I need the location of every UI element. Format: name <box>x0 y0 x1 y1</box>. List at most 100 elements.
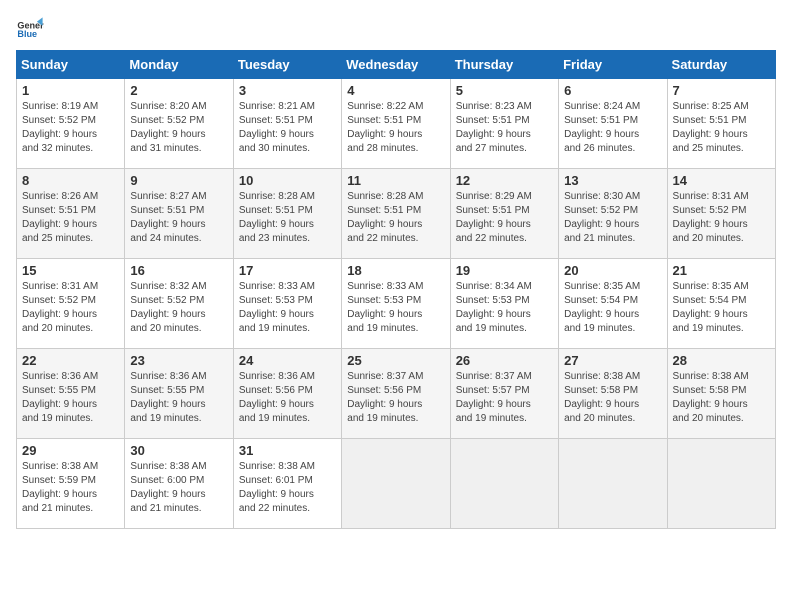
day-info: Sunrise: 8:31 AM Sunset: 5:52 PM Dayligh… <box>673 190 770 246</box>
day-info: Sunrise: 8:28 AM Sunset: 5:51 PM Dayligh… <box>239 190 336 246</box>
day-number: 17 <box>239 263 336 278</box>
calendar-week-5: 29 Sunrise: 8:38 AM Sunset: 5:59 PM Dayli… <box>17 439 776 529</box>
day-info: Sunrise: 8:34 AM Sunset: 5:53 PM Dayligh… <box>456 280 553 336</box>
day-number: 15 <box>22 263 119 278</box>
svg-text:Blue: Blue <box>17 29 37 39</box>
day-number: 8 <box>22 173 119 188</box>
day-number: 22 <box>22 353 119 368</box>
calendar-cell: 6Sunrise: 8:24 AM Sunset: 5:51 PM Daylig… <box>559 79 667 169</box>
day-number: 25 <box>347 353 444 368</box>
weekday-header-sunday: Sunday <box>17 51 125 79</box>
page-header: General Blue <box>16 16 776 44</box>
day-info: Sunrise: 8:25 AM Sunset: 5:51 PM Dayligh… <box>673 100 770 156</box>
day-number: 10 <box>239 173 336 188</box>
logo-icon: General Blue <box>16 16 44 44</box>
calendar-cell: 15 Sunrise: 8:31 AM Sunset: 5:52 PM Dayli… <box>17 259 125 349</box>
weekday-header-saturday: Saturday <box>667 51 775 79</box>
day-info: Sunrise: 8:35 AM Sunset: 5:54 PM Dayligh… <box>673 280 770 336</box>
logo: General Blue <box>16 16 48 44</box>
calendar-cell: 17Sunrise: 8:33 AM Sunset: 5:53 PM Dayli… <box>233 259 341 349</box>
calendar-cell: 27Sunrise: 8:38 AM Sunset: 5:58 PM Dayli… <box>559 349 667 439</box>
day-number: 4 <box>347 83 444 98</box>
day-number: 6 <box>564 83 661 98</box>
day-number: 30 <box>130 443 227 458</box>
weekday-header-row: SundayMondayTuesdayWednesdayThursdayFrid… <box>17 51 776 79</box>
calendar-cell: 29 Sunrise: 8:38 AM Sunset: 5:59 PM Dayli… <box>17 439 125 529</box>
calendar-cell: 21 Sunrise: 8:35 AM Sunset: 5:54 PM Dayli… <box>667 259 775 349</box>
day-number: 26 <box>456 353 553 368</box>
day-number: 16 <box>130 263 227 278</box>
calendar-week-3: 15 Sunrise: 8:31 AM Sunset: 5:52 PM Dayli… <box>17 259 776 349</box>
weekday-header-tuesday: Tuesday <box>233 51 341 79</box>
day-number: 11 <box>347 173 444 188</box>
weekday-header-wednesday: Wednesday <box>342 51 450 79</box>
calendar-cell: 10 Sunrise: 8:28 AM Sunset: 5:51 PM Dayli… <box>233 169 341 259</box>
day-info: Sunrise: 8:38 AM Sunset: 6:01 PM Dayligh… <box>239 460 336 516</box>
calendar-cell: 2 Sunrise: 8:20 AM Sunset: 5:52 PM Daylig… <box>125 79 233 169</box>
day-info: Sunrise: 8:21 AM Sunset: 5:51 PM Dayligh… <box>239 100 336 156</box>
day-number: 2 <box>130 83 227 98</box>
calendar-cell: 25 Sunrise: 8:37 AM Sunset: 5:56 PM Dayli… <box>342 349 450 439</box>
day-info: Sunrise: 8:36 AM Sunset: 5:55 PM Dayligh… <box>22 370 119 426</box>
calendar-cell: 11 Sunrise: 8:28 AM Sunset: 5:51 PM Dayli… <box>342 169 450 259</box>
calendar-cell: 31 Sunrise: 8:38 AM Sunset: 6:01 PM Dayli… <box>233 439 341 529</box>
calendar-cell: 16 Sunrise: 8:32 AM Sunset: 5:52 PM Dayli… <box>125 259 233 349</box>
day-number: 27 <box>564 353 661 368</box>
day-info: Sunrise: 8:32 AM Sunset: 5:52 PM Dayligh… <box>130 280 227 336</box>
calendar-cell: 28 Sunrise: 8:38 AM Sunset: 5:58 PM Dayli… <box>667 349 775 439</box>
calendar-cell: 3 Sunrise: 8:21 AM Sunset: 5:51 PM Daylig… <box>233 79 341 169</box>
calendar-cell: 20 Sunrise: 8:35 AM Sunset: 5:54 PM Dayli… <box>559 259 667 349</box>
day-info: Sunrise: 8:28 AM Sunset: 5:51 PM Dayligh… <box>347 190 444 246</box>
day-number: 31 <box>239 443 336 458</box>
day-number: 7 <box>673 83 770 98</box>
day-info: Sunrise: 8:23 AM Sunset: 5:51 PM Dayligh… <box>456 100 553 156</box>
day-number: 24 <box>239 353 336 368</box>
day-info: Sunrise: 8:26 AM Sunset: 5:51 PM Dayligh… <box>22 190 119 246</box>
weekday-header-thursday: Thursday <box>450 51 558 79</box>
day-info: Sunrise: 8:36 AM Sunset: 5:55 PM Dayligh… <box>130 370 227 426</box>
day-number: 19 <box>456 263 553 278</box>
day-info: Sunrise: 8:38 AM Sunset: 6:00 PM Dayligh… <box>130 460 227 516</box>
day-number: 21 <box>673 263 770 278</box>
calendar-week-2: 8 Sunrise: 8:26 AM Sunset: 5:51 PM Daylig… <box>17 169 776 259</box>
calendar-cell: 19 Sunrise: 8:34 AM Sunset: 5:53 PM Dayli… <box>450 259 558 349</box>
day-number: 23 <box>130 353 227 368</box>
day-info: Sunrise: 8:38 AM Sunset: 5:59 PM Dayligh… <box>22 460 119 516</box>
calendar-cell: 7 Sunrise: 8:25 AM Sunset: 5:51 PM Daylig… <box>667 79 775 169</box>
calendar-cell: 8 Sunrise: 8:26 AM Sunset: 5:51 PM Daylig… <box>17 169 125 259</box>
day-number: 29 <box>22 443 119 458</box>
day-info: Sunrise: 8:33 AM Sunset: 5:53 PM Dayligh… <box>347 280 444 336</box>
day-info: Sunrise: 8:31 AM Sunset: 5:52 PM Dayligh… <box>22 280 119 336</box>
day-number: 28 <box>673 353 770 368</box>
day-info: Sunrise: 8:30 AM Sunset: 5:52 PM Dayligh… <box>564 190 661 246</box>
day-info: Sunrise: 8:29 AM Sunset: 5:51 PM Dayligh… <box>456 190 553 246</box>
day-number: 3 <box>239 83 336 98</box>
day-info: Sunrise: 8:20 AM Sunset: 5:52 PM Dayligh… <box>130 100 227 156</box>
day-info: Sunrise: 8:27 AM Sunset: 5:51 PM Dayligh… <box>130 190 227 246</box>
day-number: 9 <box>130 173 227 188</box>
calendar-week-1: 1Sunrise: 8:19 AM Sunset: 5:52 PM Daylig… <box>17 79 776 169</box>
day-info: Sunrise: 8:35 AM Sunset: 5:54 PM Dayligh… <box>564 280 661 336</box>
day-number: 18 <box>347 263 444 278</box>
calendar-cell <box>450 439 558 529</box>
day-info: Sunrise: 8:22 AM Sunset: 5:51 PM Dayligh… <box>347 100 444 156</box>
calendar-week-4: 22 Sunrise: 8:36 AM Sunset: 5:55 PM Dayli… <box>17 349 776 439</box>
calendar-cell <box>667 439 775 529</box>
calendar-cell: 30 Sunrise: 8:38 AM Sunset: 6:00 PM Dayli… <box>125 439 233 529</box>
day-info: Sunrise: 8:38 AM Sunset: 5:58 PM Dayligh… <box>673 370 770 426</box>
day-number: 20 <box>564 263 661 278</box>
calendar-cell: 12 Sunrise: 8:29 AM Sunset: 5:51 PM Dayli… <box>450 169 558 259</box>
calendar-cell: 23 Sunrise: 8:36 AM Sunset: 5:55 PM Dayli… <box>125 349 233 439</box>
calendar-cell <box>342 439 450 529</box>
calendar-cell: 1Sunrise: 8:19 AM Sunset: 5:52 PM Daylig… <box>17 79 125 169</box>
day-info: Sunrise: 8:37 AM Sunset: 5:56 PM Dayligh… <box>347 370 444 426</box>
calendar-cell: 18 Sunrise: 8:33 AM Sunset: 5:53 PM Dayli… <box>342 259 450 349</box>
day-info: Sunrise: 8:19 AM Sunset: 5:52 PM Dayligh… <box>22 100 119 156</box>
day-number: 12 <box>456 173 553 188</box>
calendar-cell: 26Sunrise: 8:37 AM Sunset: 5:57 PM Dayli… <box>450 349 558 439</box>
day-number: 13 <box>564 173 661 188</box>
day-number: 14 <box>673 173 770 188</box>
calendar-cell: 4 Sunrise: 8:22 AM Sunset: 5:51 PM Daylig… <box>342 79 450 169</box>
calendar-cell <box>559 439 667 529</box>
calendar-cell: 24Sunrise: 8:36 AM Sunset: 5:56 PM Dayli… <box>233 349 341 439</box>
